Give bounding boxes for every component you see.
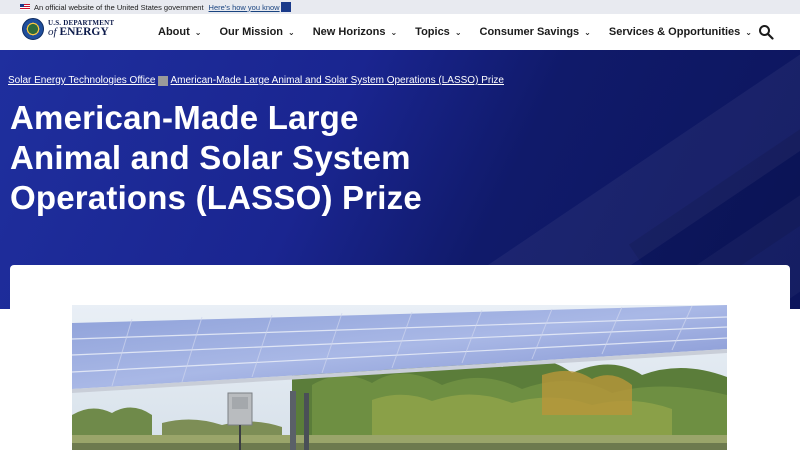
logo-line2: of ENERGY <box>48 25 114 39</box>
logo-line2-main: ENERGY <box>59 25 109 38</box>
nav-item-new-horizons[interactable]: New Horizons ⌄ <box>313 26 397 38</box>
nav-item-label: Topics <box>415 26 450 38</box>
chevron-down-icon: ⌄ <box>390 27 398 37</box>
breadcrumb: Solar Energy Technologies Office America… <box>8 75 504 86</box>
nav-item-label: Our Mission <box>219 26 284 38</box>
nav-item-label: New Horizons <box>312 26 386 38</box>
us-flag-icon <box>20 4 30 10</box>
chevron-down-icon: ⌄ <box>454 27 462 37</box>
chevron-down-icon: ⌄ <box>288 27 295 37</box>
breadcrumb-link-lasso[interactable]: American-Made Large Animal and Solar Sys… <box>171 75 504 86</box>
main-nav: About ⌄ Our Mission ⌄ New Horizons ⌄ Top… <box>158 14 770 50</box>
breadcrumb-link-seto[interactable]: Solar Energy Technologies Office <box>8 75 156 86</box>
doe-seal-icon <box>22 18 44 40</box>
nav-item-topics[interactable]: Topics ⌄ <box>415 26 461 38</box>
banner-expand-icon[interactable] <box>280 2 291 12</box>
chevron-down-icon: ⌄ <box>745 27 752 37</box>
page-title: American-Made Large Animal and Solar Sys… <box>10 99 422 216</box>
nav-item-label: Services & Opportunities <box>608 26 741 38</box>
search-icon <box>759 25 774 40</box>
nav-item-label: About <box>158 26 190 38</box>
chevron-down-icon: ⌄ <box>194 27 202 37</box>
nav-item-about[interactable]: About ⌄ <box>158 26 201 38</box>
gov-banner-text: An official website of the United States… <box>34 2 204 12</box>
doe-logo[interactable]: U.S. DEPARTMENT of ENERGY <box>22 18 114 40</box>
site-header: U.S. DEPARTMENT of ENERGY About ⌄ Our Mi… <box>0 14 800 50</box>
logo-wordmark: U.S. DEPARTMENT of ENERGY <box>48 19 114 39</box>
chevron-down-icon: ⌄ <box>584 27 591 37</box>
search-button[interactable] <box>758 24 774 40</box>
nav-item-services-opportunities[interactable]: Services & Opportunities ⌄ <box>609 26 752 38</box>
heres-how-you-know-link[interactable]: Here's how you know <box>209 3 280 12</box>
solar-array-image <box>72 305 727 450</box>
nav-item-our-mission[interactable]: Our Mission ⌄ <box>219 26 294 38</box>
official-gov-banner: An official website of the United States… <box>0 0 800 14</box>
nav-item-label: Consumer Savings <box>479 26 580 38</box>
nav-item-consumer-savings[interactable]: Consumer Savings ⌄ <box>480 26 591 38</box>
solar-array-photo <box>72 305 727 450</box>
breadcrumb-separator-icon <box>157 75 168 86</box>
logo-line2-prefix: of <box>48 25 57 38</box>
